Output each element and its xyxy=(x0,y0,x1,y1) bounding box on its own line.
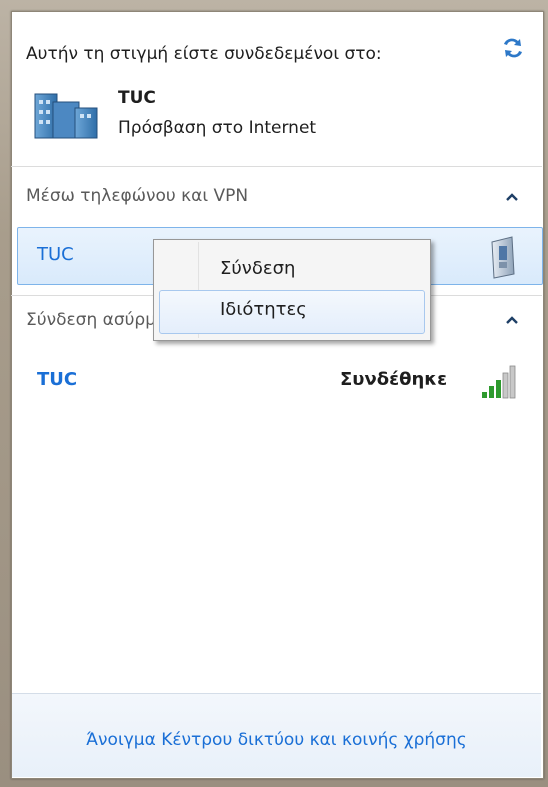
current-network-status: Πρόσβαση στο Internet xyxy=(118,118,317,138)
menu-item-connect[interactable]: Σύνδεση xyxy=(220,258,295,279)
menu-item-properties[interactable]: Ιδιότητες xyxy=(220,299,307,320)
divider xyxy=(11,166,542,167)
header-title: Αυτήν τη στιγμή είστε συνδεδεμένοι στο: xyxy=(26,44,382,64)
vpn-connection-name: TUC xyxy=(37,244,74,265)
refresh-icon[interactable] xyxy=(498,33,528,63)
footer-bar: Άνοιγμα Κέντρου δικτύου και κοινής χρήση… xyxy=(12,693,541,777)
network-domain-icon xyxy=(34,93,98,139)
wireless-network-status: Συνδέθηκε xyxy=(340,369,448,390)
current-network-name: TUC xyxy=(118,88,156,108)
context-menu: Σύνδεση Ιδιότητες xyxy=(153,239,431,341)
section-dialup-vpn-label[interactable]: Μέσω τηλεφώνου και VPN xyxy=(26,186,248,206)
wifi-signal-icon xyxy=(482,365,516,399)
chevron-up-icon[interactable] xyxy=(505,315,519,325)
chevron-up-icon[interactable] xyxy=(505,192,519,202)
open-network-sharing-center-link[interactable]: Άνοιγμα Κέντρου δικτύου και κοινής χρήση… xyxy=(12,730,541,750)
section-wireless-label[interactable]: Σύνδεση ασύρματου δικτύου xyxy=(26,310,154,330)
vpn-connection-icon xyxy=(491,236,515,279)
wireless-network-name[interactable]: TUC xyxy=(37,369,77,390)
